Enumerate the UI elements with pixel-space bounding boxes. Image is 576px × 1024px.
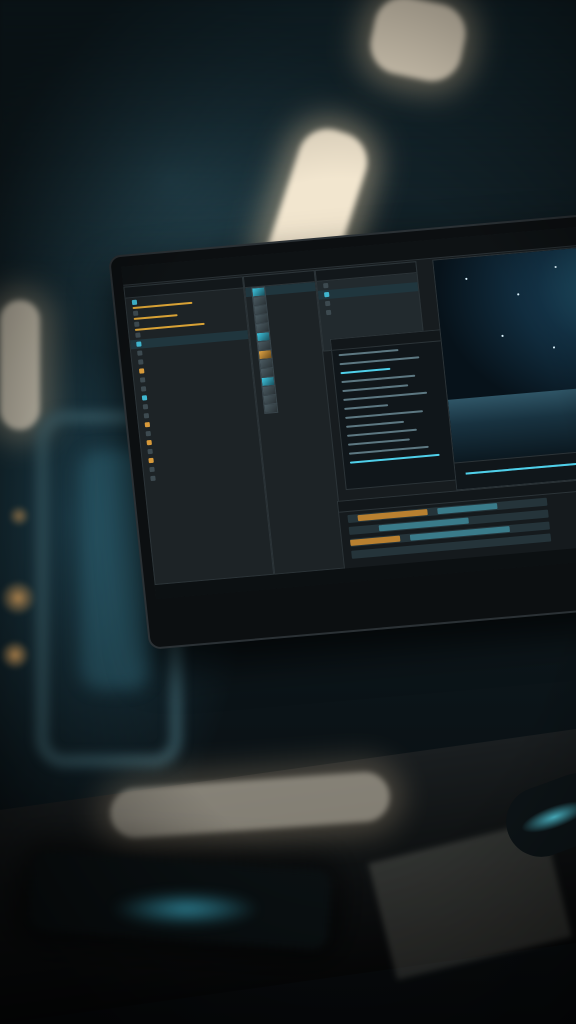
media-thumbnail bbox=[263, 402, 279, 414]
layer-icon bbox=[138, 359, 144, 365]
star bbox=[501, 334, 504, 337]
scrub-progress bbox=[465, 459, 576, 475]
mouse-backlight bbox=[517, 794, 576, 840]
layer-icon bbox=[145, 430, 152, 437]
file-icon bbox=[323, 291, 330, 298]
layer-icon bbox=[137, 350, 143, 356]
video-preview[interactable] bbox=[432, 236, 576, 491]
layer-icon bbox=[138, 368, 145, 374]
layer-icon bbox=[135, 332, 141, 338]
keyboard-backlight bbox=[110, 892, 260, 926]
layer-icon bbox=[131, 299, 138, 306]
layer-icon bbox=[144, 421, 151, 428]
layer-icon bbox=[147, 448, 153, 455]
timeline-clip[interactable] bbox=[357, 509, 428, 522]
bokeh-light bbox=[0, 580, 36, 616]
script-panel bbox=[329, 329, 458, 491]
file-icon bbox=[325, 309, 332, 316]
star bbox=[554, 265, 557, 268]
file-icon bbox=[324, 300, 331, 307]
bokeh-light bbox=[8, 505, 30, 527]
wall-light bbox=[0, 300, 40, 430]
file-icon bbox=[323, 282, 329, 289]
layer-icon bbox=[150, 475, 156, 482]
monitor: ▶ ⌗ ⚙ bbox=[108, 206, 576, 650]
layer-icon bbox=[148, 457, 154, 464]
star bbox=[552, 346, 555, 349]
layer-icon bbox=[139, 377, 146, 383]
layer-icon bbox=[146, 439, 152, 446]
code-text bbox=[344, 403, 389, 410]
photo-scene: ▶ ⌗ ⚙ bbox=[0, 0, 576, 1024]
layer-icon bbox=[134, 321, 140, 327]
bokeh-light bbox=[0, 640, 30, 670]
layer-icon bbox=[140, 386, 147, 392]
layer-icon bbox=[141, 395, 148, 401]
timeline-clip[interactable] bbox=[350, 535, 401, 546]
layer-icon bbox=[149, 466, 155, 473]
star bbox=[465, 277, 467, 280]
editor-screen: ▶ ⌗ ⚙ bbox=[121, 218, 576, 600]
layer-icon bbox=[136, 341, 142, 347]
timeline-clip[interactable] bbox=[437, 502, 498, 515]
layer-icon bbox=[142, 404, 149, 410]
star bbox=[517, 293, 519, 295]
layer-icon bbox=[143, 413, 150, 419]
layer-icon bbox=[132, 310, 139, 317]
preview-sky bbox=[433, 237, 576, 410]
